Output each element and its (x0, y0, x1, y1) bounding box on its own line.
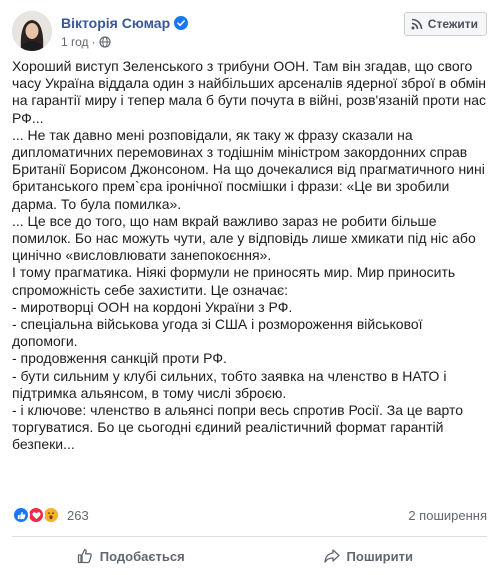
author-name[interactable]: Вікторія Сюмар (61, 15, 189, 31)
thumbs-up-icon (77, 548, 92, 564)
follow-label: Стежити (427, 17, 478, 31)
public-globe-icon[interactable] (98, 36, 111, 48)
reaction-count[interactable]: 263 (67, 508, 89, 523)
author-name-text[interactable]: Вікторія Сюмар (61, 15, 170, 31)
post-paragraph: - продовження санкцій проти РФ. (12, 350, 227, 367)
share-arrow-icon (323, 549, 340, 563)
post-paragraph: - миротворці ООН на кордоні України з РФ… (12, 298, 293, 315)
post-paragraph: - бути сильним у клубі сильних, тобто за… (12, 367, 447, 401)
divider (12, 536, 487, 537)
shares-count[interactable]: 2 поширення (408, 508, 487, 523)
verified-badge-icon (174, 16, 189, 30)
share-button[interactable]: Поширити (250, 540, 488, 572)
post-paragraph: - і ключове: членство в альянсі попри ве… (12, 402, 464, 453)
post-paragraph: І тому прагматика. Ніякі формули не прин… (12, 264, 456, 298)
meta-separator: · (91, 35, 96, 49)
like-label: Подобається (99, 548, 185, 564)
reactions-bar: 263 2 поширення (12, 500, 487, 530)
post-meta: 1 год · (61, 35, 111, 49)
post-paragraph: ... Це все до того, що нам вкрай важливо… (12, 212, 476, 264)
post-text: Хороший виступ Зеленського з трибуни ООН… (12, 58, 490, 454)
reaction-summary[interactable]: 263 (12, 506, 89, 524)
avatar[interactable] (12, 11, 52, 51)
action-bar: Подобається Поширити (12, 540, 487, 572)
like-button[interactable]: Подобається (12, 540, 250, 572)
rss-icon (411, 18, 423, 30)
share-label: Поширити (346, 548, 413, 564)
post-time[interactable]: 1 год (61, 35, 89, 49)
post-paragraph: - спеціальна військова угода зі США і ро… (12, 316, 423, 350)
post-paragraph: Хороший виступ Зеленського з трибуни ООН… (12, 58, 487, 126)
facebook-post: Вікторія Сюмар 1 год · Стежити Хороший ви… (0, 0, 499, 575)
follow-button[interactable]: Стежити (403, 12, 487, 36)
post-paragraph: ... Не так давно мені розповідали, як та… (12, 126, 485, 212)
like-icon (12, 506, 30, 524)
avatar-photo (12, 11, 52, 51)
reaction-icons (12, 506, 60, 524)
post-header: Вікторія Сюмар 1 год · Стежити (12, 10, 487, 54)
